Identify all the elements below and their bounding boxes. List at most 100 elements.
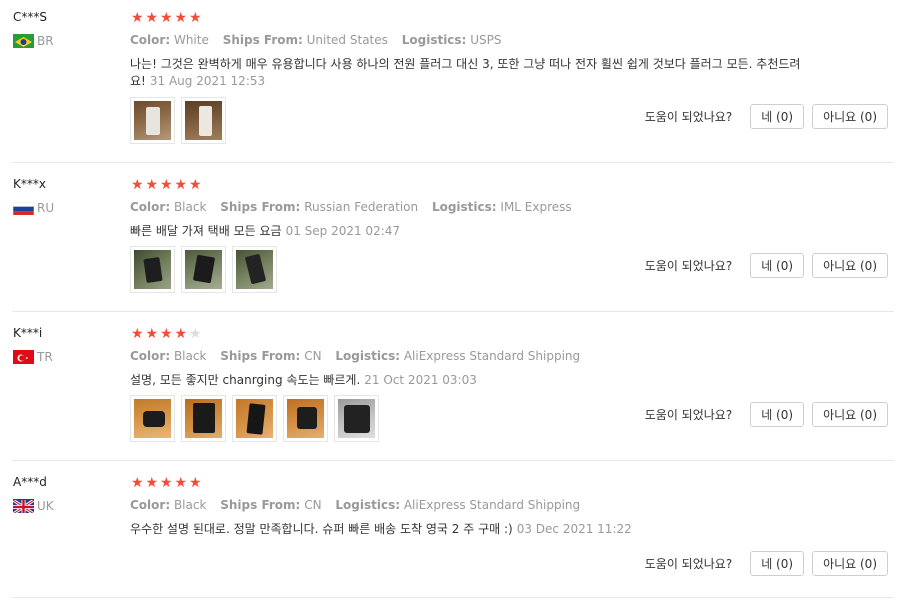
review-divider — [12, 460, 894, 461]
star-filled-icon: ★ — [131, 177, 144, 193]
country-code: RU — [37, 201, 55, 215]
country-code: BR — [37, 34, 54, 48]
star-filled-icon: ★ — [145, 177, 159, 193]
helpful-vote: 도움이 되었나요? 네 (0) 아니요 (0) — [645, 551, 888, 576]
order-info: Color: Black Ships From: Russian Federat… — [130, 200, 582, 214]
review-photo-thumbnail[interactable] — [130, 395, 175, 442]
star-empty-icon: ★ — [189, 326, 202, 342]
helpful-yes-button[interactable]: 네 (0) — [750, 551, 805, 576]
star-filled-icon: ★ — [160, 10, 173, 26]
helpful-label: 도움이 되었나요? — [644, 408, 733, 422]
review-item: K***x RU ★ ★ ★ ★ ★ Color: Black Ships Fr… — [0, 167, 900, 317]
review-text: 설명, 모든 좋지만 chanrging 속도는 빠르게. 21 Oct 2021… — [130, 372, 820, 389]
review-photo-thumbnail[interactable] — [181, 246, 226, 293]
order-info: Color: Black Ships From: CN Logistics: A… — [130, 349, 590, 363]
star-filled-icon: ★ — [174, 177, 188, 193]
logistics-label: Logistics: — [401, 33, 467, 47]
reviewer-name: K***x — [13, 177, 46, 191]
ships-from-value: CN — [304, 498, 322, 512]
review-photos — [130, 395, 385, 442]
color-label: Color: — [130, 498, 171, 512]
star-filled-icon: ★ — [174, 475, 188, 491]
helpful-no-button[interactable]: 아니요 (0) — [812, 253, 888, 278]
review-photo-thumbnail[interactable] — [130, 97, 175, 144]
reviewer-country: TR — [13, 350, 53, 364]
reviewer-name: C***S — [13, 10, 47, 24]
star-filled-icon: ★ — [189, 177, 202, 193]
review-date: 21 Oct 2021 03:03 — [364, 373, 477, 387]
review-text: 빠른 배달 가져 택배 모든 요금 01 Sep 2021 02:47 — [130, 223, 820, 240]
ships-from-label: Ships From: — [220, 349, 301, 363]
star-filled-icon: ★ — [145, 326, 159, 342]
helpful-yes-button[interactable]: 네 (0) — [750, 402, 805, 427]
review-divider — [12, 597, 894, 598]
helpful-label: 도움이 되었나요? — [644, 259, 733, 273]
review-photo-thumbnail[interactable] — [283, 395, 328, 442]
star-rating: ★ ★ ★ ★ ★ — [131, 178, 204, 192]
review-photo-thumbnail[interactable] — [130, 246, 175, 293]
review-date: 31 Aug 2021 12:53 — [149, 74, 266, 88]
review-divider — [12, 311, 894, 312]
star-filled-icon: ★ — [131, 10, 144, 26]
review-photo-thumbnail[interactable] — [181, 395, 226, 442]
review-body: 우수한 설명 된대로. 정말 만족합니다. 슈퍼 빠른 배송 도착 영국 2 주… — [130, 522, 513, 536]
reviewer-country: BR — [13, 34, 54, 48]
logistics-label: Logistics: — [335, 349, 401, 363]
reviewer-country: RU — [13, 201, 54, 215]
review-text: 우수한 설명 된대로. 정말 만족합니다. 슈퍼 빠른 배송 도착 영국 2 주… — [130, 521, 820, 538]
color-label: Color: — [130, 33, 171, 47]
helpful-yes-button[interactable]: 네 (0) — [750, 104, 805, 129]
review-photo-thumbnail[interactable] — [334, 395, 379, 442]
order-info: Color: Black Ships From: CN Logistics: A… — [130, 498, 590, 512]
review-divider — [12, 162, 894, 163]
review-photo-thumbnail[interactable] — [181, 97, 226, 144]
star-filled-icon: ★ — [131, 326, 144, 342]
star-rating: ★ ★ ★ ★ ★ — [131, 476, 204, 490]
logistics-value: AliExpress Standard Shipping — [403, 498, 581, 512]
flag-uk-icon — [13, 499, 34, 513]
ships-from-label: Ships From: — [220, 498, 301, 512]
reviewer-name: A***d — [13, 475, 47, 489]
star-filled-icon: ★ — [189, 10, 202, 26]
review-photo-thumbnail[interactable] — [232, 395, 277, 442]
color-value: Black — [173, 200, 207, 214]
ships-from-label: Ships From: — [220, 200, 301, 214]
star-filled-icon: ★ — [145, 475, 159, 491]
review-date: 03 Dec 2021 11:22 — [516, 522, 632, 536]
ships-from-label: Ships From: — [222, 33, 303, 47]
review-text: 나는! 그것은 완벽하게 매우 유용합니다 사용 하나의 전원 플러그 대신 3… — [130, 56, 820, 90]
color-label: Color: — [130, 200, 171, 214]
review-photos — [130, 246, 283, 293]
review-date: 01 Sep 2021 02:47 — [285, 224, 401, 238]
helpful-no-button[interactable]: 아니요 (0) — [812, 551, 888, 576]
review-photos — [130, 97, 232, 144]
color-value: Black — [173, 349, 207, 363]
country-code: TR — [37, 350, 53, 364]
star-rating: ★ ★ ★ ★ ★ — [131, 11, 204, 25]
review-body: 빠른 배달 가져 택배 모든 요금 — [130, 224, 282, 238]
star-filled-icon: ★ — [145, 10, 159, 26]
logistics-label: Logistics: — [431, 200, 497, 214]
helpful-no-button[interactable]: 아니요 (0) — [812, 402, 888, 427]
logistics-value: AliExpress Standard Shipping — [403, 349, 581, 363]
star-filled-icon: ★ — [174, 326, 188, 342]
helpful-vote: 도움이 되었나요? 네 (0) 아니요 (0) — [645, 104, 888, 129]
flag-russia-icon — [13, 201, 34, 215]
logistics-label: Logistics: — [335, 498, 401, 512]
logistics-value: USPS — [470, 33, 502, 47]
color-label: Color: — [130, 349, 171, 363]
reviewer-country: UK — [13, 499, 54, 513]
flag-turkey-icon — [13, 350, 34, 364]
star-filled-icon: ★ — [160, 177, 173, 193]
ships-from-value: United States — [306, 33, 388, 47]
reviewer-name: K***i — [13, 326, 43, 340]
review-item: C***S BR ★ ★ ★ ★ ★ Color: White Ships Fr… — [0, 0, 900, 150]
review-photo-thumbnail[interactable] — [232, 246, 277, 293]
helpful-no-button[interactable]: 아니요 (0) — [812, 104, 888, 129]
country-code: UK — [37, 499, 54, 513]
order-info: Color: White Ships From: United States L… — [130, 33, 511, 47]
star-rating: ★ ★ ★ ★ ★ — [131, 327, 204, 341]
star-filled-icon: ★ — [131, 475, 144, 491]
ships-from-value: CN — [304, 349, 322, 363]
helpful-yes-button[interactable]: 네 (0) — [750, 253, 805, 278]
